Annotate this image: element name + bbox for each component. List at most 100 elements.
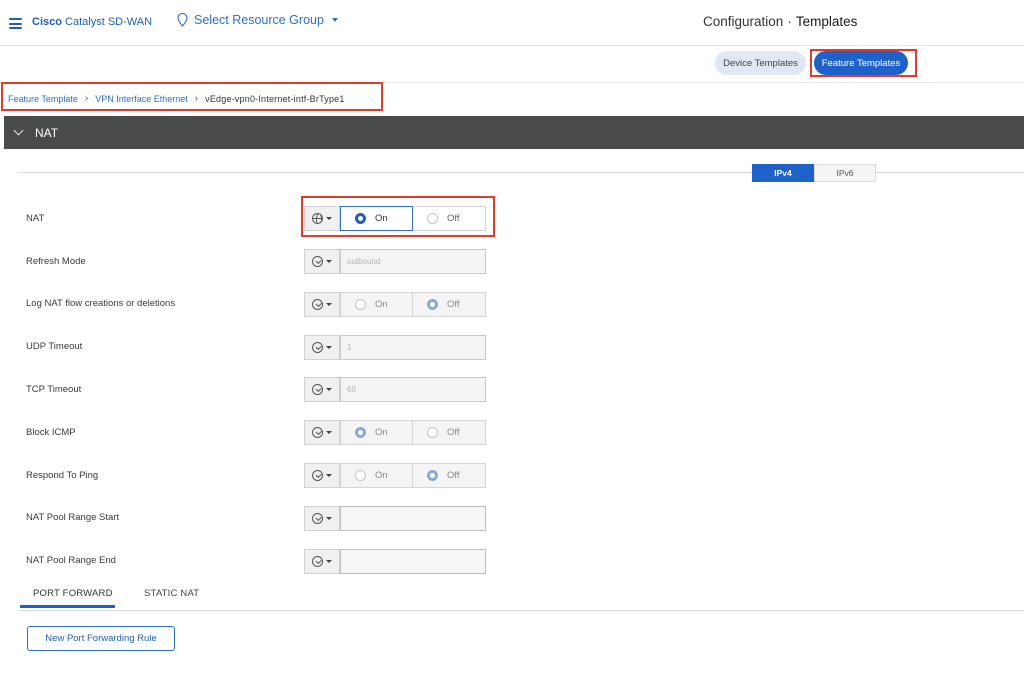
- pool-end-field[interactable]: [340, 549, 486, 574]
- radio-selected-icon: [355, 427, 366, 438]
- globe-icon: [312, 213, 323, 224]
- radio-unselected-icon: [427, 427, 438, 438]
- log-nat-toggle: On Off: [340, 292, 486, 317]
- check-circle-icon: [312, 299, 323, 310]
- breadcrumb-vpn-interface-ethernet[interactable]: VPN Interface Ethernet: [95, 94, 188, 104]
- check-circle-icon: [312, 556, 323, 567]
- chevron-down-icon: [326, 474, 332, 477]
- respond-ping-off-radio[interactable]: Off: [413, 463, 486, 488]
- respond-ping-toggle: On Off: [340, 463, 486, 488]
- radio-selected-icon: [427, 470, 438, 481]
- chevron-down-icon: [326, 303, 332, 306]
- respond-ping-on-radio[interactable]: On: [340, 463, 413, 488]
- log-nat-off-label: Off: [447, 299, 460, 310]
- nat-off-radio[interactable]: Off: [413, 206, 486, 231]
- chevron-down-icon: [326, 431, 332, 434]
- radio-unselected-icon: [355, 470, 366, 481]
- chevron-down-icon: [326, 260, 332, 263]
- log-nat-label: Log NAT flow creations or deletions: [26, 298, 176, 309]
- brand-name[interactable]: Cisco Catalyst SD-WAN: [32, 16, 152, 28]
- log-nat-scope-dropdown[interactable]: [304, 292, 340, 317]
- page-title: Configuration · Templates: [703, 14, 857, 29]
- log-nat-on-label: On: [375, 299, 388, 310]
- tcp-timeout-field[interactable]: 60: [340, 377, 486, 402]
- brand-bold: Cisco: [32, 16, 62, 28]
- page-title-section: Configuration: [703, 14, 784, 29]
- chevron-right-icon: ›: [194, 93, 199, 104]
- chevron-down-icon: [326, 346, 332, 349]
- chevron-down-icon: [326, 517, 332, 520]
- section-title: NAT: [35, 125, 59, 140]
- block-icmp-off-label: Off: [447, 427, 460, 438]
- breadcrumb-feature-template[interactable]: Feature Template: [8, 94, 78, 104]
- breadcrumb-current: vEdge-vpn0-Internet-intf-BrType1: [205, 93, 345, 104]
- new-port-forwarding-rule-button[interactable]: New Port Forwarding Rule: [27, 626, 175, 651]
- tcp-timeout-label: TCP Timeout: [26, 384, 82, 395]
- page-title-separator: ·: [787, 14, 792, 29]
- block-icmp-scope-dropdown[interactable]: [304, 420, 340, 445]
- resource-group-label: Select Resource Group: [194, 13, 324, 27]
- check-circle-icon: [312, 384, 323, 395]
- respond-ping-on-label: On: [375, 470, 388, 481]
- refresh-mode-field[interactable]: outbound: [340, 249, 486, 274]
- tab-static-nat[interactable]: STATIC NAT: [144, 588, 199, 599]
- udp-timeout-scope-dropdown[interactable]: [304, 335, 340, 360]
- pool-start-label: NAT Pool Range Start: [26, 512, 120, 523]
- chevron-down-icon: [326, 560, 332, 563]
- tab-device-templates[interactable]: Device Templates: [715, 51, 806, 75]
- nat-off-label: Off: [447, 213, 460, 224]
- respond-ping-scope-dropdown[interactable]: [304, 463, 340, 488]
- chevron-down-icon: [326, 217, 332, 220]
- pool-end-scope-dropdown[interactable]: [304, 549, 340, 574]
- hamburger-menu-icon[interactable]: [9, 18, 22, 29]
- respond-ping-off-label: Off: [447, 470, 460, 481]
- tab-ipv6[interactable]: IPv6: [814, 164, 876, 182]
- udp-timeout-label: UDP Timeout: [26, 341, 83, 352]
- nat-on-label: On: [375, 213, 388, 224]
- log-nat-on-radio[interactable]: On: [340, 292, 413, 317]
- brand-rest: Catalyst SD-WAN: [65, 16, 153, 28]
- tab-ipv4[interactable]: IPv4: [752, 164, 814, 182]
- check-circle-icon: [312, 513, 323, 524]
- nat-toggle: On Off: [340, 206, 486, 231]
- radio-selected-icon: [355, 213, 366, 224]
- block-icmp-on-label: On: [375, 427, 388, 438]
- chevron-right-icon: ›: [84, 93, 89, 104]
- block-icmp-toggle: On Off: [340, 420, 486, 445]
- pool-end-label: NAT Pool Range End: [26, 555, 116, 566]
- nat-on-radio[interactable]: On: [340, 206, 413, 231]
- active-tab-indicator: [20, 605, 115, 608]
- radio-unselected-icon: [427, 213, 438, 224]
- nat-scope-dropdown[interactable]: [304, 206, 340, 231]
- chevron-down-icon: [331, 18, 338, 22]
- block-icmp-on-radio[interactable]: On: [340, 420, 413, 445]
- refresh-mode-scope-dropdown[interactable]: [304, 249, 340, 274]
- respond-ping-label: Respond To Ping: [26, 470, 99, 481]
- block-icmp-off-radio[interactable]: Off: [413, 420, 486, 445]
- template-tabs-row: Device Templates Feature Templates: [0, 46, 1024, 83]
- pool-start-scope-dropdown[interactable]: [304, 506, 340, 531]
- location-pin-icon: [177, 13, 188, 27]
- tab-feature-templates[interactable]: Feature Templates: [814, 51, 908, 75]
- radio-selected-icon: [427, 299, 438, 310]
- sub-tabs-divider: [18, 610, 1024, 611]
- tcp-timeout-scope-dropdown[interactable]: [304, 377, 340, 402]
- check-circle-icon: [312, 256, 323, 267]
- radio-unselected-icon: [355, 299, 366, 310]
- chevron-down-icon: [13, 125, 24, 135]
- resource-group-dropdown[interactable]: Select Resource Group: [177, 13, 338, 27]
- refresh-mode-label: Refresh Mode: [26, 256, 86, 267]
- chevron-down-icon: [326, 388, 332, 391]
- top-bar: Cisco Catalyst SD-WAN Select Resource Gr…: [0, 0, 1024, 46]
- block-icmp-label: Block ICMP: [26, 427, 76, 438]
- log-nat-off-radio[interactable]: Off: [413, 292, 486, 317]
- udp-timeout-field[interactable]: 1: [340, 335, 486, 360]
- nat-section-header[interactable]: NAT: [4, 116, 1024, 149]
- pool-start-field[interactable]: [340, 506, 486, 531]
- page-title-page: Templates: [795, 14, 858, 29]
- check-circle-icon: [312, 470, 323, 481]
- nat-label: NAT: [26, 213, 45, 224]
- tab-port-forward[interactable]: PORT FORWARD: [33, 588, 113, 599]
- check-circle-icon: [312, 342, 323, 353]
- breadcrumb: Feature Template › VPN Interface Etherne…: [8, 93, 345, 104]
